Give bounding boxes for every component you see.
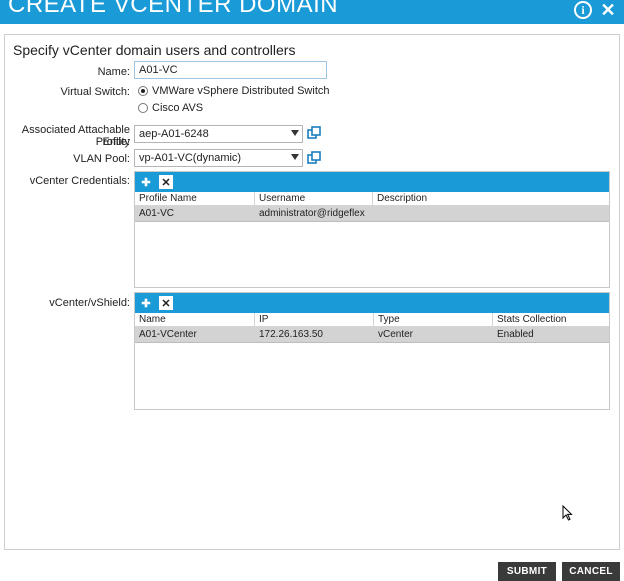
cell-ip: 172.26.163.50: [259, 329, 323, 340]
aep-label-line2: Profile:: [95, 136, 130, 148]
cell-description: [373, 206, 609, 221]
close-icon[interactable]: ✕: [598, 0, 618, 20]
chevron-down-icon[interactable]: [291, 154, 299, 160]
table-row[interactable]: A01-VC administrator@ridgeflex: [135, 206, 609, 222]
cell-profile-name: A01-VC: [139, 208, 175, 219]
cell-username: administrator@ridgeflex: [259, 208, 365, 219]
credentials-header: Profile Name Username Description: [135, 192, 609, 206]
form-heading: Specify vCenter domain users and control…: [13, 42, 296, 58]
radio-cisco-avs-label: Cisco AVS: [152, 102, 204, 114]
column-header[interactable]: Description: [373, 192, 609, 205]
column-header[interactable]: Stats Collection: [493, 313, 609, 326]
radio-vsphere[interactable]: VMWare vSphere Distributed Switch: [138, 85, 330, 97]
dialog-title: CREATE VCENTER DOMAIN: [8, 0, 339, 18]
vcenter-header: Name IP Type Stats Collection: [135, 313, 609, 327]
vcenter-toolbar: ✚ ✕: [135, 293, 609, 313]
cell-stats-collection: Enabled: [497, 329, 534, 340]
vcenter-vshield-label: vCenter/vShield:: [49, 297, 130, 309]
credentials-toolbar: ✚ ✕: [135, 172, 609, 192]
radio-unselected-icon[interactable]: [138, 103, 148, 113]
cell-name: A01-VCenter: [139, 329, 197, 340]
column-header[interactable]: Name: [135, 313, 255, 326]
aep-select[interactable]: aep-A01-6248: [134, 125, 303, 143]
info-icon[interactable]: i: [574, 1, 592, 19]
name-input[interactable]: A01-VC: [134, 61, 327, 79]
create-aep-icon[interactable]: [307, 126, 321, 140]
cell-type: vCenter: [378, 329, 414, 340]
vcenter-table: ✚ ✕ Name IP Type Stats Collection A01-VC…: [134, 292, 610, 410]
cancel-button[interactable]: CANCEL: [562, 562, 620, 581]
radio-vsphere-label: VMWare vSphere Distributed Switch: [152, 85, 330, 97]
virtual-switch-label: Virtual Switch:: [60, 86, 131, 98]
vlan-pool-select[interactable]: vp-A01-VC(dynamic): [134, 149, 303, 167]
radio-selected-icon[interactable]: [138, 86, 148, 96]
delete-icon[interactable]: ✕: [159, 296, 173, 310]
add-icon[interactable]: ✚: [139, 296, 153, 310]
aep-select-value: aep-A01-6248: [139, 128, 209, 140]
column-header[interactable]: Username: [255, 192, 373, 205]
column-header[interactable]: Profile Name: [135, 192, 255, 205]
credentials-table: ✚ ✕ Profile Name Username Description A0…: [134, 171, 610, 288]
mouse-cursor-icon: [562, 505, 573, 521]
name-label: Name:: [97, 66, 130, 78]
title-bar: CREATE VCENTER DOMAIN i ✕: [0, 0, 624, 24]
vcenter-credentials-label: vCenter Credentials:: [29, 175, 130, 187]
column-header[interactable]: Type: [374, 313, 493, 326]
chevron-down-icon[interactable]: [291, 130, 299, 136]
create-vlan-pool-icon[interactable]: [307, 151, 321, 165]
column-header[interactable]: IP: [255, 313, 374, 326]
vlan-pool-label: VLAN Pool:: [73, 153, 130, 165]
radio-cisco-avs[interactable]: Cisco AVS: [138, 102, 203, 114]
delete-icon[interactable]: ✕: [159, 175, 173, 189]
vlan-pool-select-value: vp-A01-VC(dynamic): [139, 152, 242, 164]
add-icon[interactable]: ✚: [139, 175, 153, 189]
submit-button[interactable]: SUBMIT: [498, 562, 556, 581]
table-row[interactable]: A01-VCenter 172.26.163.50 vCenter Enable…: [135, 327, 609, 343]
